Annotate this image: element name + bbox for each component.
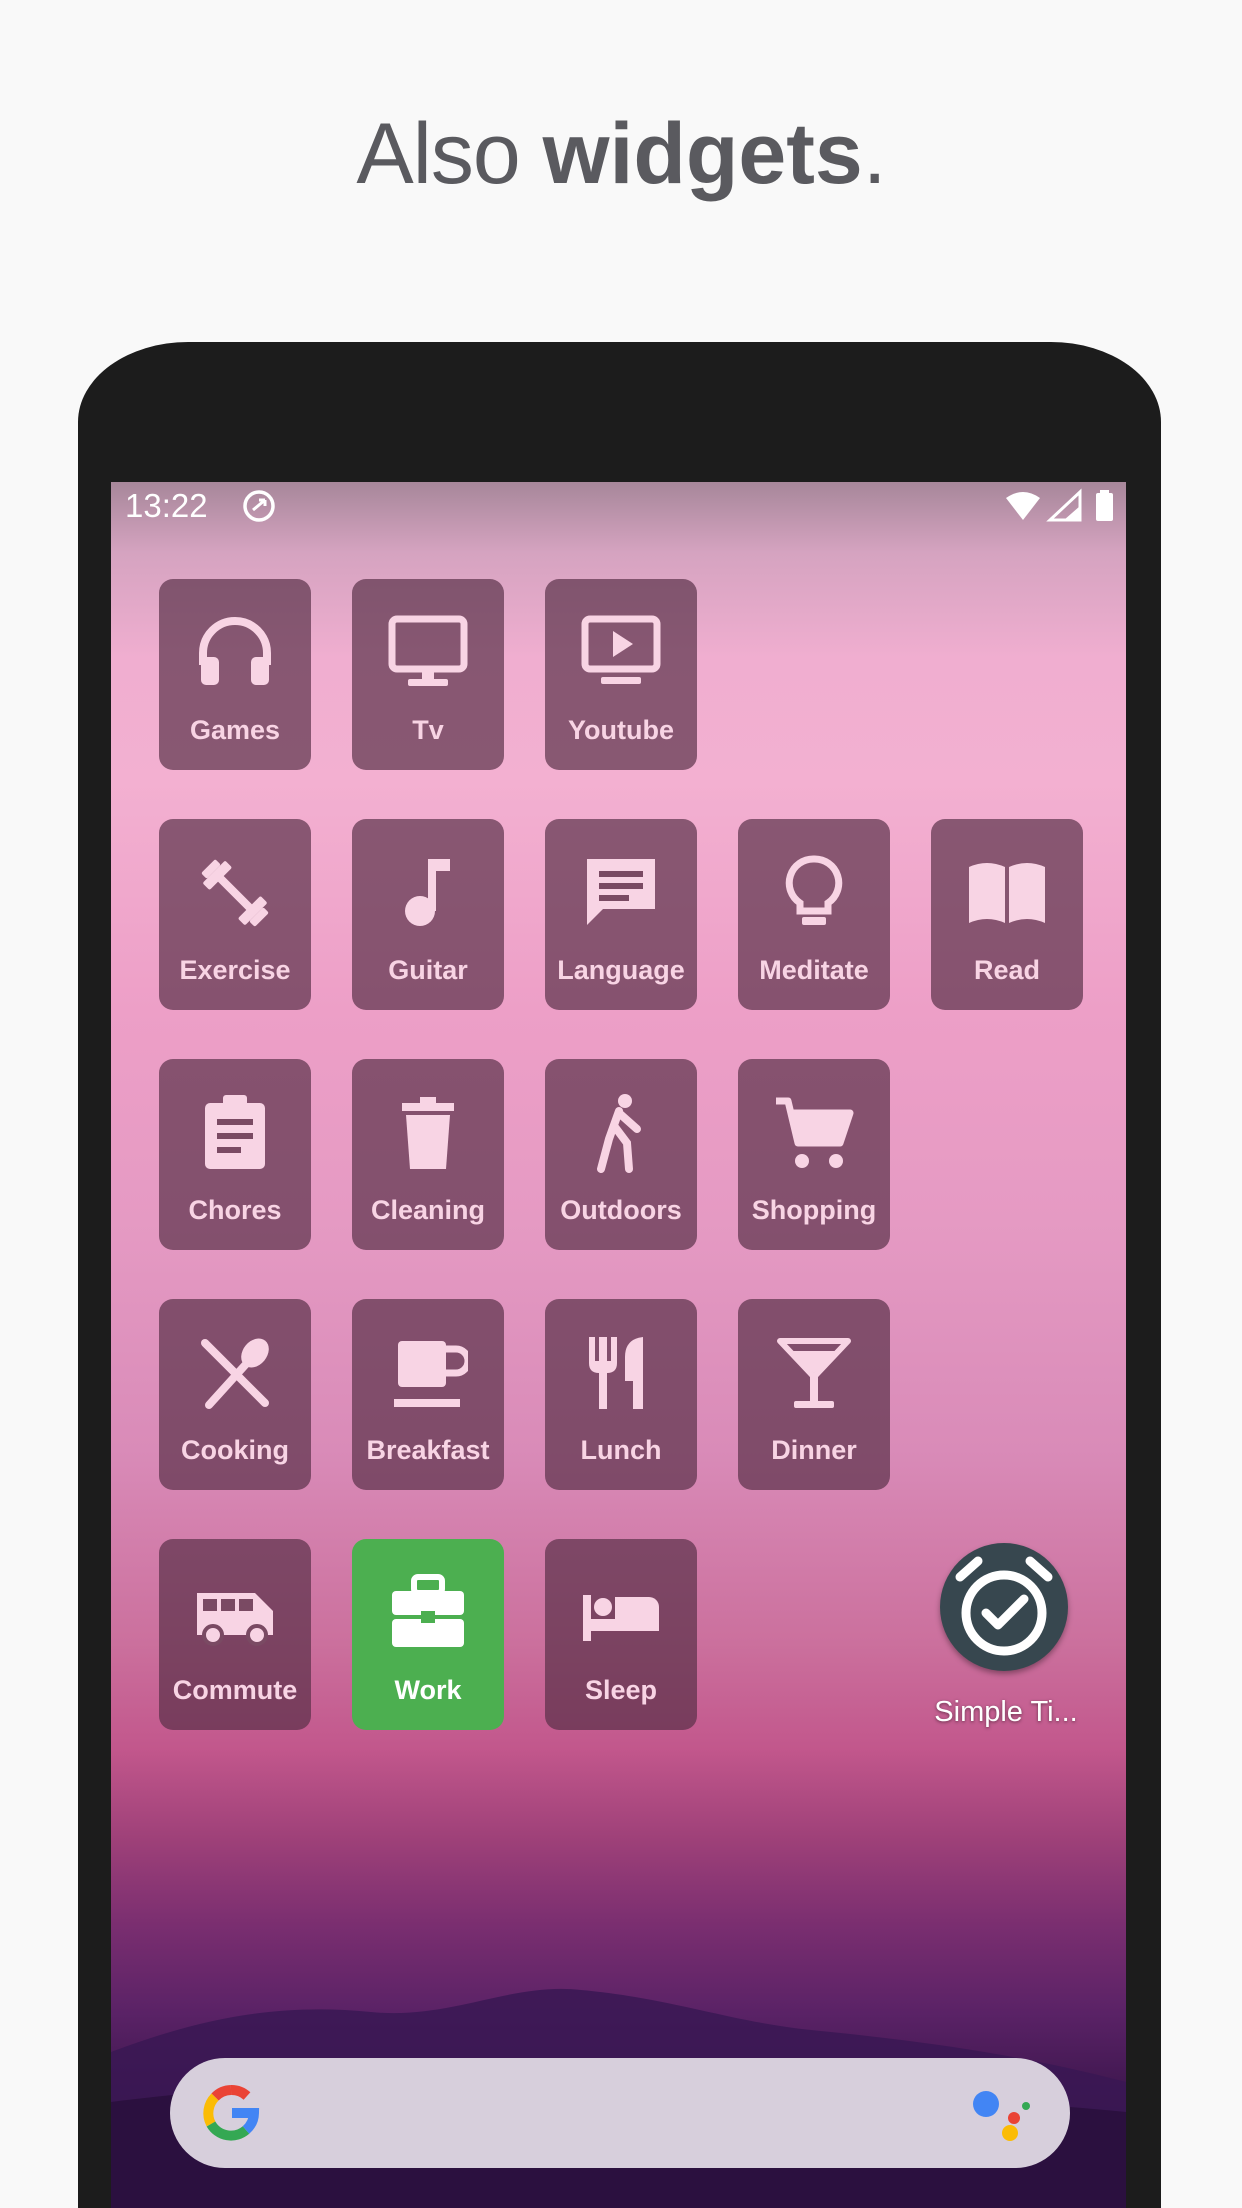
tile-label: Lunch	[580, 1435, 662, 1465]
tile-label: Shopping	[751, 1195, 877, 1225]
tile-label: Exercise	[179, 955, 291, 985]
tile-chores[interactable]: Chores	[159, 1059, 311, 1250]
book-icon	[969, 863, 1045, 923]
tile-language[interactable]: Language	[545, 819, 697, 1010]
clipboard-icon	[205, 1095, 265, 1169]
bed-icon	[583, 1595, 659, 1641]
tile-label: Read	[973, 955, 1041, 985]
headline-period: .	[862, 106, 887, 202]
tile-label: Chores	[188, 1195, 282, 1225]
tile-label: Sleep	[584, 1675, 658, 1705]
tv-icon	[388, 615, 468, 686]
tile-label: Games	[189, 715, 281, 745]
tile-meditate[interactable]: Meditate	[738, 819, 890, 1010]
tile-sleep[interactable]: Sleep	[545, 1539, 697, 1730]
tile-guitar[interactable]: Guitar	[352, 819, 504, 1010]
google-search-bar[interactable]	[170, 2058, 1070, 2168]
briefcase-icon	[392, 1574, 464, 1647]
tile-work[interactable]: Work	[352, 1539, 504, 1730]
tile-cooking[interactable]: Cooking	[159, 1299, 311, 1490]
headphones-icon	[199, 617, 271, 685]
coffee-icon	[394, 1341, 468, 1407]
fork-knife-icon	[589, 1337, 643, 1409]
cocktail-icon	[777, 1338, 851, 1408]
tile-shopping[interactable]: Shopping	[738, 1059, 890, 1250]
tile-label: Breakfast	[366, 1435, 490, 1465]
tile-games[interactable]: Games	[159, 579, 311, 770]
simple-timer-app-icon[interactable]	[940, 1543, 1068, 1671]
tile-label: Cleaning	[370, 1195, 485, 1225]
battery-icon	[1096, 493, 1113, 521]
youtube-icon	[581, 615, 661, 684]
tile-youtube[interactable]: Youtube	[545, 579, 697, 770]
google-assistant-icon[interactable]	[972, 2086, 1032, 2142]
tile-lunch[interactable]: Lunch	[545, 1299, 697, 1490]
headline-bold: widgets	[542, 106, 863, 202]
tile-label: Tv	[412, 715, 444, 745]
home-screen: 13:22 Games Tv Youtube Exercise Guitar L…	[111, 482, 1126, 2208]
walking-icon	[597, 1094, 641, 1173]
tile-label: Meditate	[759, 955, 869, 985]
chat-icon	[587, 859, 655, 925]
status-time: 13:22	[125, 487, 208, 524]
tile-label: Work	[394, 1675, 462, 1705]
tile-cleaning[interactable]: Cleaning	[352, 1059, 504, 1250]
tile-label: Dinner	[771, 1435, 857, 1465]
wifi-icon	[1006, 492, 1040, 520]
tile-label: Language	[557, 955, 685, 985]
cart-icon	[776, 1097, 854, 1168]
google-g-icon	[203, 2085, 260, 2141]
tile-tv[interactable]: Tv	[352, 579, 504, 770]
sync-icon	[243, 490, 275, 522]
dumbbell-icon	[201, 859, 269, 927]
tile-read[interactable]: Read	[931, 819, 1083, 1010]
lightbulb-icon	[785, 855, 843, 925]
tile-label: Commute	[172, 1675, 298, 1705]
trash-icon	[402, 1097, 454, 1169]
tile-dinner[interactable]: Dinner	[738, 1299, 890, 1490]
utensils-cross-icon	[201, 1338, 269, 1409]
tile-outdoors[interactable]: Outdoors	[545, 1059, 697, 1250]
tile-breakfast[interactable]: Breakfast	[352, 1299, 504, 1490]
headline-light: Also	[356, 106, 543, 202]
tile-commute[interactable]: Commute	[159, 1539, 311, 1730]
tile-label: Outdoors	[560, 1195, 682, 1225]
tile-label: Guitar	[388, 955, 468, 985]
headline: Also widgets.	[0, 105, 1242, 204]
alarm-check-icon	[955, 1556, 1053, 1656]
tile-label: Youtube	[568, 715, 674, 745]
music-note-icon	[405, 859, 450, 926]
bus-icon	[197, 1593, 273, 1646]
tile-exercise[interactable]: Exercise	[159, 819, 311, 1010]
status-icons	[1006, 488, 1113, 522]
tile-label: Cooking	[181, 1435, 289, 1465]
simple-timer-app-label[interactable]: Simple Ti...	[901, 1696, 1111, 1729]
